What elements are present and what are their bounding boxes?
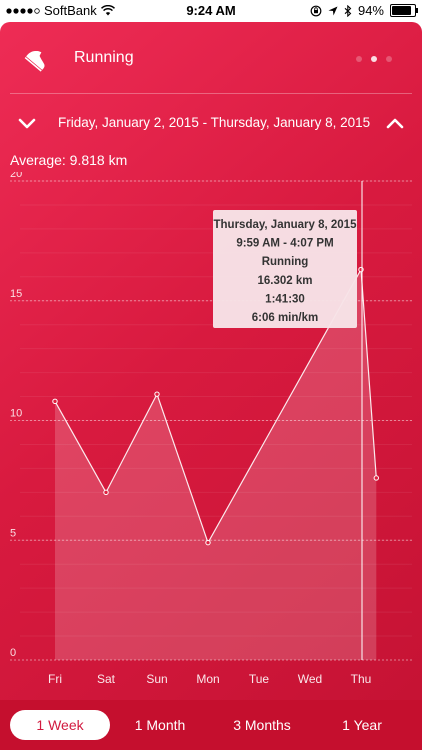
running-shoe-icon <box>24 50 45 72</box>
battery-percent: 94% <box>357 3 384 18</box>
range-tab[interactable]: 1 Week <box>10 710 110 740</box>
y-tick-label: 5 <box>10 527 16 539</box>
page-dot-active[interactable] <box>371 56 377 62</box>
x-tick-label: Wed <box>298 672 322 686</box>
y-tick-label: 15 <box>10 288 22 300</box>
y-tick-label: 0 <box>10 647 16 659</box>
data-tooltip: Thursday, January 8, 2015 9:59 AM - 4:07… <box>213 210 357 328</box>
x-tick-label: Sun <box>146 672 167 686</box>
data-point[interactable] <box>52 398 58 405</box>
data-point[interactable] <box>205 539 211 546</box>
status-bar: SoftBank 9:24 AM 94% <box>0 0 422 22</box>
tooltip-time: 9:59 AM - 4:07 PM <box>236 238 333 250</box>
data-point[interactable] <box>373 475 379 481</box>
x-tick-label: Tue <box>249 672 270 686</box>
tooltip-activity: Running <box>262 256 309 268</box>
x-tick-label: Sat <box>97 672 116 686</box>
average-distance: Average: 9.818 km <box>10 152 128 168</box>
x-tick-label: Fri <box>48 672 62 686</box>
x-tick-label: Thu <box>351 672 372 686</box>
bluetooth-icon <box>344 4 352 17</box>
tooltip-duration: 1:41:30 <box>265 293 305 305</box>
chevron-down-icon[interactable] <box>16 112 38 134</box>
battery-fill <box>392 6 411 15</box>
rotation-lock-icon <box>310 5 322 16</box>
date-range-row: Friday, January 2, 2015 - Thursday, Janu… <box>0 110 422 136</box>
card-header: Running <box>0 42 422 78</box>
tooltip-distance: 16.302 km <box>258 275 313 287</box>
page-dot[interactable] <box>386 56 392 62</box>
range-tab[interactable]: 3 Months <box>212 710 312 740</box>
header-divider <box>10 93 412 94</box>
battery-icon <box>390 4 418 17</box>
tooltip-pace: 6:06 min/km <box>252 312 318 324</box>
y-tick-label: 20 <box>10 172 22 180</box>
data-point[interactable] <box>154 391 160 397</box>
y-tick-label: 10 <box>10 408 22 420</box>
location-arrow-icon <box>328 6 338 15</box>
activity-card: Running Friday, January 2, 2015 - Thursd… <box>0 22 422 750</box>
page-dot[interactable] <box>356 56 362 62</box>
date-range-label: Friday, January 2, 2015 - Thursday, Janu… <box>58 115 371 130</box>
x-tick-label: Mon <box>196 672 219 686</box>
tooltip-date: Thursday, January 8, 2015 <box>214 219 358 231</box>
range-tab[interactable]: 1 Month <box>110 710 210 740</box>
data-point[interactable] <box>103 489 109 496</box>
page-indicator[interactable] <box>356 56 392 62</box>
status-right: 94% <box>310 3 418 18</box>
activity-title: Running <box>74 49 134 66</box>
chevron-up-icon[interactable] <box>384 112 406 134</box>
range-tab[interactable]: 1 Year <box>312 710 412 740</box>
distance-chart[interactable]: 0 5 10 15 20 Fri Sat Sun Mon Tue Wed Thu Thursday,… <box>0 172 422 692</box>
range-tabs: 1 Week 1 Month 3 Months 1 Year <box>0 700 422 750</box>
